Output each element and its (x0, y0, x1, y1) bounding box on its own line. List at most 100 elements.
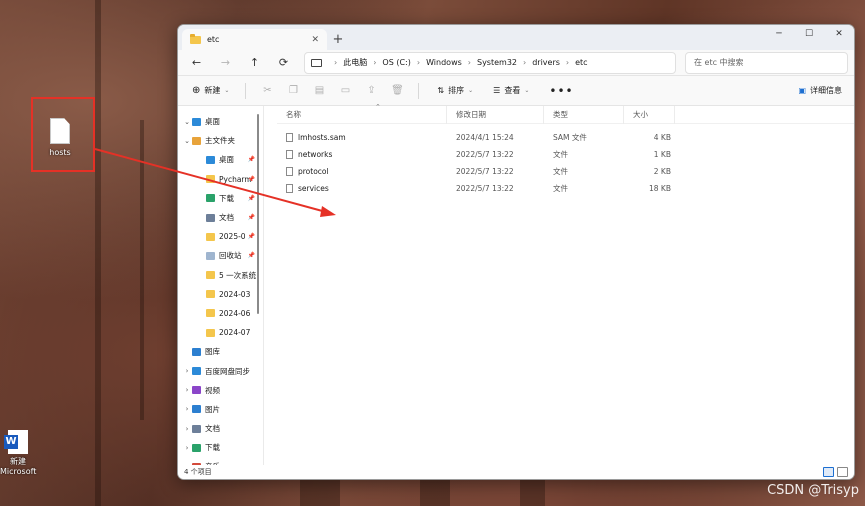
file-size: 2 KB (653, 167, 671, 176)
sidebar-item[interactable]: › 文档 (178, 419, 261, 438)
file-list: ⌃ 名称 修改日期 类型 大小 lmhosts.sam 2024/4/1 15:2… (264, 103, 854, 465)
desktop-file-word-document[interactable]: W 新建 Microsoft (0, 430, 36, 477)
sort-button[interactable]: ⇅ 排序 ⌄ (429, 85, 481, 96)
breadcrumb-item[interactable]: etc (575, 58, 587, 67)
expand-chevron-icon[interactable]: › (182, 425, 192, 433)
sidebar-item[interactable]: › 图片 (178, 400, 261, 419)
file-row[interactable]: networks 2022/5/7 13:22 文件 1 KB (277, 146, 854, 163)
folder-icon (192, 136, 201, 145)
back-button[interactable]: ← (184, 56, 209, 69)
close-tab-icon[interactable]: ✕ (311, 35, 319, 45)
breadcrumb-item[interactable]: System32 (477, 58, 517, 67)
refresh-button[interactable]: ⟳ (271, 56, 296, 69)
sidebar-item[interactable]: 5 一次系统 (178, 266, 261, 285)
copy-icon[interactable]: ❐ (282, 85, 304, 96)
column-headers: ⌃ 名称 修改日期 类型 大小 (277, 103, 854, 124)
breadcrumb-item[interactable]: drivers (532, 58, 560, 67)
tiles-view-icon[interactable] (837, 467, 848, 477)
tab-etc[interactable]: etc ✕ (182, 29, 327, 50)
desktop-file-label: hosts (49, 148, 71, 157)
sidebar-item[interactable]: 2024-06 (178, 304, 261, 323)
sidebar-item-label: 文档 (205, 424, 220, 434)
sidebar-item[interactable]: ⌄ 桌面 (178, 112, 261, 131)
sidebar-item[interactable]: › 百度网盘同步 (178, 361, 261, 380)
file-icon (286, 133, 293, 142)
breadcrumb-item[interactable]: OS (C:) (382, 58, 410, 67)
details-view-icon[interactable] (823, 467, 834, 477)
expand-chevron-icon[interactable]: ⌄ (182, 118, 192, 126)
expand-chevron-icon[interactable]: › (182, 386, 192, 394)
column-header-type[interactable]: 类型 (544, 105, 624, 124)
expand-chevron-icon[interactable]: › (182, 444, 192, 452)
file-date: 2024/4/1 15:24 (456, 133, 514, 142)
sidebar-item[interactable]: 图库 (178, 342, 261, 361)
sidebar-item[interactable]: ›音乐 (178, 457, 261, 465)
share-icon[interactable]: ⇪ (360, 85, 382, 96)
file-row[interactable]: protocol 2022/5/7 13:22 文件 2 KB (277, 163, 854, 180)
minimize-button[interactable]: ─ (764, 25, 794, 43)
expand-chevron-icon[interactable]: › (182, 405, 192, 413)
expand-chevron-icon[interactable]: › (182, 367, 192, 375)
cut-icon[interactable]: ✂ (256, 85, 278, 96)
file-date: 2022/5/7 13:22 (456, 150, 514, 159)
file-size: 1 KB (653, 150, 671, 159)
file-type: 文件 (553, 184, 568, 193)
breadcrumb-item[interactable]: 此电脑 (343, 57, 367, 68)
address-bar[interactable]: › 此电脑 › OS (C:) › Windows › System32 › d… (304, 51, 676, 74)
pin-icon: 📌 (247, 214, 255, 222)
up-button[interactable]: ↑ (242, 56, 267, 69)
sidebar-item[interactable]: 桌面 📌 (178, 150, 261, 169)
sidebar-item[interactable]: 下载 📌 (178, 189, 261, 208)
column-header-name[interactable]: 名称 (277, 105, 447, 124)
sidebar-item[interactable]: Pycharm 📌 (178, 170, 261, 189)
forward-button[interactable]: → (213, 56, 238, 69)
chevron-down-icon: ⌄ (524, 87, 530, 94)
paste-icon[interactable]: ▤ (308, 85, 330, 96)
search-input[interactable] (694, 58, 839, 67)
breadcrumb-item[interactable]: Windows (426, 58, 462, 67)
sort-icon: ⇅ (437, 86, 445, 95)
sidebar-item-label: 图库 (205, 347, 220, 357)
file-icon (286, 184, 293, 193)
chevron-down-icon: ⌄ (224, 87, 230, 94)
delete-icon[interactable]: 🗑 (386, 85, 408, 96)
sidebar-item[interactable]: 2024-03 (178, 285, 261, 304)
column-header-size[interactable]: 大小 (624, 105, 675, 124)
view-button[interactable]: ☰ 查看 ⌄ (485, 85, 537, 96)
folder-icon (206, 251, 215, 260)
chevron-right-icon: › (467, 58, 471, 67)
close-window-button[interactable]: ✕ (824, 25, 854, 43)
pin-icon: 📌 (247, 194, 255, 202)
details-pane-button[interactable]: ▣ 详细信息 (798, 85, 846, 96)
folder-icon (192, 386, 201, 395)
sidebar-item[interactable]: › 下载 (178, 438, 261, 457)
file-row[interactable]: lmhosts.sam 2024/4/1 15:24 SAM 文件 4 KB (277, 129, 854, 146)
folder-icon (206, 232, 215, 241)
sort-button-label: 排序 (448, 86, 465, 95)
column-header-date[interactable]: 修改日期 (447, 105, 544, 124)
sort-ascending-icon: ⌃ (375, 103, 381, 111)
more-options-button[interactable]: ••• (541, 84, 581, 98)
new-tab-button[interactable]: + (327, 29, 349, 50)
rename-icon[interactable]: ▭ (334, 85, 356, 96)
sidebar-item[interactable]: 2024-07 (178, 323, 261, 342)
sidebar-item[interactable]: 文档 📌 (178, 208, 261, 227)
sidebar-item[interactable]: ⌄ 主文件夹 (178, 131, 261, 150)
command-bar: ⊕ 新建 ⌄ ✂ ❐ ▤ ▭ ⇪ 🗑 ⇅ 排序 ⌄ ☰ 查看 ⌄ ••• ▣ 详… (178, 76, 854, 106)
sidebar-item-label: 文档 (219, 213, 234, 223)
sidebar-item[interactable]: › 视频 (178, 381, 261, 400)
maximize-button[interactable]: ☐ (794, 25, 824, 43)
explorer-body: ⌄ 桌面 ⌄ 主文件夹 桌面 📌 Pycharm 📌 下载 📌 文档 📌 2025-0 📌 回收站 📌 5 一次… (178, 103, 854, 465)
expand-chevron-icon[interactable]: ⌄ (182, 137, 192, 145)
file-row[interactable]: services 2022/5/7 13:22 文件 18 KB (277, 180, 854, 197)
sidebar-item[interactable]: 2025-0 📌 (178, 227, 261, 246)
desktop-file-hosts[interactable]: hosts (36, 108, 84, 157)
desktop-file-label: Microsoft (0, 467, 37, 476)
new-button[interactable]: ⊕ 新建 ⌄ (186, 85, 235, 96)
status-bar: 4 个项目 (178, 465, 854, 479)
file-size: 18 KB (649, 184, 671, 193)
sidebar-item[interactable]: 回收站 📌 (178, 246, 261, 265)
file-name-cell: lmhosts.sam (277, 133, 447, 142)
sidebar-item-label: 桌面 (205, 117, 220, 127)
sidebar-item-label: 回收站 (219, 251, 242, 261)
